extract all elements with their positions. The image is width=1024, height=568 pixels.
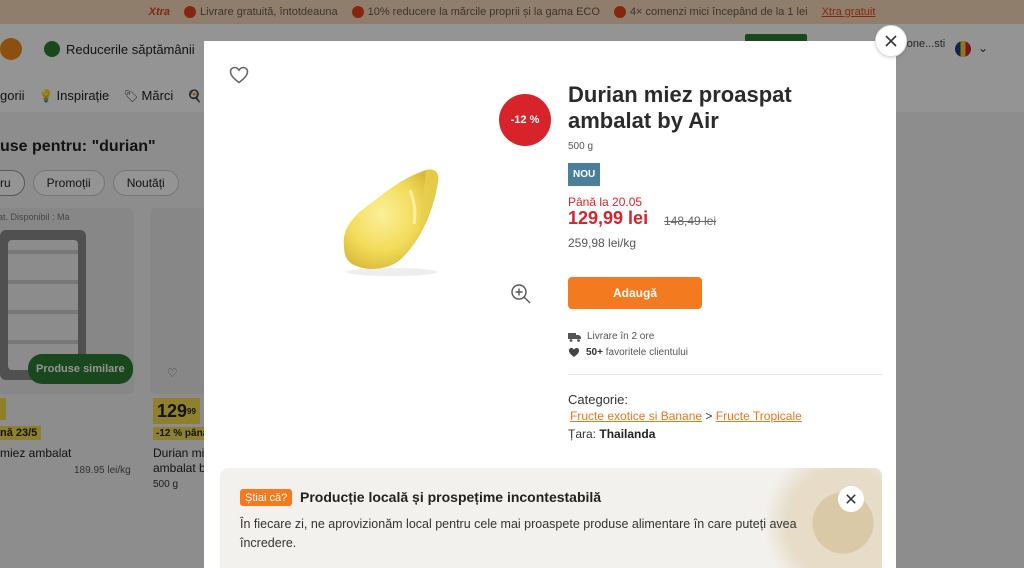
category-link-tropical[interactable]: Fructe Tropicale (716, 409, 802, 423)
product-title: Durian miez proaspat ambalat by Air (568, 82, 792, 133)
zoom-in-icon[interactable] (509, 282, 533, 306)
info-title: Producție locală și prospețime incontest… (300, 489, 602, 505)
close-info-button[interactable] (838, 486, 864, 512)
price-per-kg: 259,98 lei/kg (568, 236, 637, 250)
favorites-info: 50+ favoritele clientului (568, 347, 688, 358)
divider (568, 374, 882, 375)
close-icon (846, 494, 856, 504)
info-text: În fiecare zi, ne aprovizionăm local pen… (240, 517, 797, 550)
add-to-cart-button[interactable]: Adaugă (568, 277, 702, 309)
product-weight: 500 g (568, 141, 594, 152)
wishlist-heart-icon[interactable] (229, 66, 249, 84)
category-label: Categorie: (568, 392, 628, 407)
breadcrumb-separator: > (705, 409, 713, 423)
truck-icon (568, 332, 581, 342)
product-image[interactable] (330, 160, 450, 280)
heart-filled-icon (568, 348, 580, 357)
close-modal-button[interactable] (875, 25, 907, 57)
delivery-info: Livrare în 2 ore (568, 331, 654, 342)
category-link-exotic[interactable]: Fructe exotice si Banane (570, 409, 702, 423)
old-price: 148,49 lei (664, 214, 717, 228)
discount-badge: -12 % (499, 94, 551, 146)
current-price: 129,99 lei (568, 208, 649, 228)
close-icon (885, 35, 897, 47)
country-info: Țara: Thailanda (568, 427, 656, 441)
new-badge: NOU (568, 163, 601, 186)
did-you-know-badge: Știai că? (240, 489, 293, 506)
offer-until: Până la 20.05 (568, 195, 643, 209)
category-breadcrumb: Fructe exotice si Banane > Fructe Tropic… (570, 409, 802, 423)
